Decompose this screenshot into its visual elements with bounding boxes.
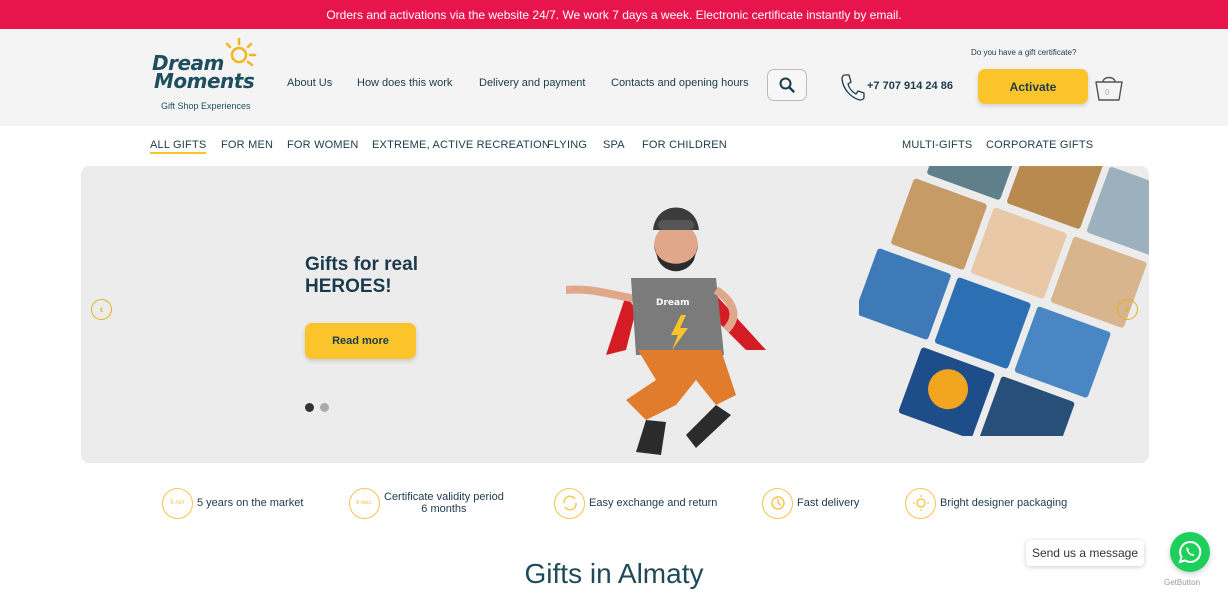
search-button[interactable] <box>767 69 807 101</box>
search-icon <box>779 77 795 93</box>
logo-word-moments: Moments <box>154 69 255 93</box>
gift-certificate-question: Do you have a gift certificate? <box>971 48 1077 57</box>
category-all-gifts[interactable]: ALL GIFTS <box>150 139 207 154</box>
feature-exchange: Easy exchange and return <box>554 487 717 519</box>
announcement-bar: Orders and activations via the website 2… <box>0 0 1228 29</box>
nav-about-us[interactable]: About Us <box>287 77 332 89</box>
chevron-left-icon: ‹ <box>99 303 104 316</box>
nav-contacts[interactable]: Contacts and opening hours <box>611 77 749 89</box>
slider-dot-1[interactable] <box>305 403 314 412</box>
hero-slider: Gifts for real HEROES! Read more Dream ‹… <box>81 166 1149 463</box>
nav-delivery-payment[interactable]: Delivery and payment <box>479 77 585 89</box>
getbutton-brand[interactable]: GetButton <box>1164 578 1200 587</box>
category-corporate-gifts[interactable]: CORPORATE GIFTS <box>986 139 1093 151</box>
feature-packaging: Bright designer packaging <box>905 487 1067 519</box>
category-extreme[interactable]: EXTREME, ACTIVE RECREATION <box>372 139 550 151</box>
experience-photo-collage <box>859 166 1149 436</box>
site-header: Dream Moments Gift Shop Experiences Abou… <box>0 29 1228 126</box>
svg-text:Dream: Dream <box>656 298 689 308</box>
years-badge-icon: 5 лет <box>162 487 193 519</box>
feature-label: 5 years on the market <box>197 497 304 509</box>
slider-dot-2[interactable] <box>320 403 329 412</box>
exchange-icon <box>554 487 585 519</box>
sun-logo-icon <box>225 37 257 67</box>
feature-years: 5 лет 5 years on the market <box>162 487 303 519</box>
category-multi-gifts[interactable]: MULTI-GIFTS <box>902 139 972 151</box>
whatsapp-icon <box>1178 540 1202 564</box>
slider-prev-arrow[interactable]: ‹ <box>91 299 112 320</box>
activate-button[interactable]: Activate <box>978 69 1088 104</box>
category-for-women[interactable]: FOR WOMEN <box>287 139 358 151</box>
nav-how-it-works[interactable]: How does this work <box>357 77 452 89</box>
clock-icon <box>762 487 793 519</box>
read-more-button[interactable]: Read more <box>305 323 416 359</box>
category-for-men[interactable]: FOR MEN <box>221 139 273 151</box>
feature-label: Fast delivery <box>797 497 860 509</box>
phone-number[interactable]: +7 707 914 24 86 <box>867 80 953 92</box>
logo[interactable]: Dream Moments Gift Shop Experiences <box>150 37 265 117</box>
hero-title-line1: Gifts for real <box>305 254 418 275</box>
cart-count: 0 <box>1105 88 1110 97</box>
logo-tagline: Gift Shop Experiences <box>161 101 251 111</box>
phone-icon <box>841 74 865 101</box>
sun-icon <box>905 487 936 519</box>
feature-label: Easy exchange and return <box>589 497 718 509</box>
feature-label-line1: Certificate validity period <box>384 491 504 503</box>
category-flying[interactable]: FLYING <box>547 139 587 151</box>
feature-label: Bright designer packaging <box>940 497 1068 509</box>
hero-title-line2: HEROES! <box>305 276 392 297</box>
slider-next-arrow[interactable]: › <box>1117 299 1138 320</box>
category-for-children[interactable]: FOR CHILDREN <box>642 139 727 151</box>
chevron-right-icon: › <box>1125 303 1130 316</box>
announcement-text: Orders and activations via the website 2… <box>326 7 902 22</box>
feature-validity: 6 мес. Certificate validity period 6 mon… <box>349 487 504 519</box>
feature-label-line2: 6 months <box>421 503 467 515</box>
category-spa[interactable]: SPA <box>603 139 625 151</box>
feature-label: Certificate validity period 6 months <box>384 491 504 515</box>
superhero-illustration: Dream <box>566 207 766 455</box>
chat-bubble[interactable]: Send us a message <box>1026 540 1144 566</box>
feature-delivery: Fast delivery <box>762 487 859 519</box>
months-badge-icon: 6 мес. <box>349 487 380 519</box>
whatsapp-button[interactable] <box>1170 532 1210 572</box>
